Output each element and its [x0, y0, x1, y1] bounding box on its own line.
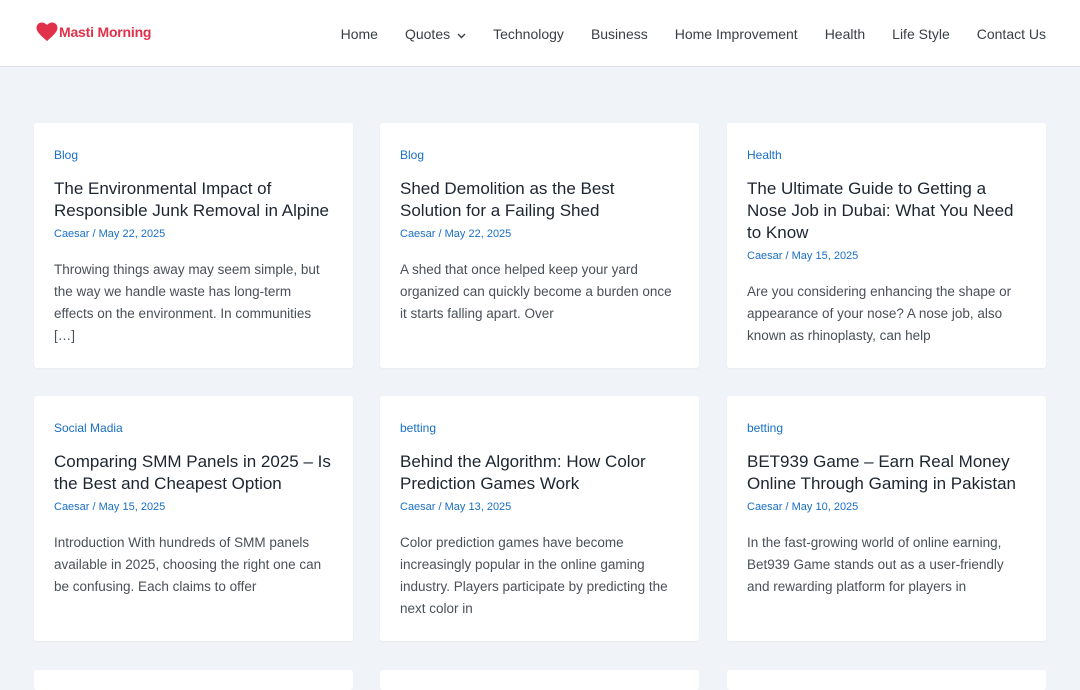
post-title-link[interactable]: Behind the Algorithm: How Color Predicti…	[400, 451, 679, 495]
post-meta: Caesar / May 15, 2025	[747, 250, 859, 262]
nav-label: Contact Us	[976, 25, 1046, 42]
site-name: Masti Morning	[59, 24, 152, 40]
post-title-link[interactable]: The Ultimate Guide to Getting a Nose Job…	[747, 178, 1026, 244]
nav-label: Technology	[493, 25, 564, 42]
post-category-link[interactable]: betting	[747, 420, 1026, 436]
post-category-link[interactable]: betting	[400, 420, 679, 436]
main-nav: Home Quotes Technology Business Home Imp…	[314, 0, 1046, 67]
post-meta: Caesar / May 10, 2025	[747, 501, 859, 513]
nav-item-home-improvement[interactable]: Home Improvement	[675, 26, 798, 42]
nav-item-health[interactable]: Health	[825, 26, 865, 42]
post-title-link[interactable]: Shed Demolition as the Best Solution for…	[400, 178, 679, 222]
post-author-link[interactable]: Caesar	[400, 228, 435, 240]
post-card: Blog Shed Demolition as the Best Solutio…	[380, 123, 699, 368]
post-excerpt: Color prediction games have become incre…	[400, 535, 668, 616]
post-card-partial	[727, 670, 1046, 690]
nav-label: Quotes	[404, 25, 451, 42]
post-title-link[interactable]: The Environmental Impact of Responsible …	[54, 178, 333, 222]
post-meta: Caesar / May 13, 2025	[400, 501, 512, 513]
post-author-link[interactable]: Caesar	[747, 250, 782, 262]
site-logo[interactable]: Masti Morning	[36, 22, 151, 42]
post-author-link[interactable]: Caesar	[747, 501, 782, 513]
nav-label: Life Style	[892, 25, 950, 42]
nav-item-technology[interactable]: Technology	[493, 26, 564, 42]
post-excerpt: In the fast-growing world of online earn…	[747, 535, 1004, 594]
post-category-link[interactable]: Blog	[400, 147, 679, 163]
post-excerpt: Introduction With hundreds of SMM panels…	[54, 535, 322, 594]
post-date: May 22, 2025	[444, 228, 512, 240]
post-author-link[interactable]: Caesar	[400, 501, 435, 513]
post-date: May 13, 2025	[444, 501, 512, 513]
post-excerpt: Throwing things away may seem simple, bu…	[54, 262, 320, 343]
heart-icon	[36, 22, 58, 42]
post-meta: Caesar / May 22, 2025	[54, 228, 166, 240]
nav-item-life-style[interactable]: Life Style	[892, 26, 950, 42]
post-date: May 10, 2025	[791, 501, 859, 513]
post-title-link[interactable]: Comparing SMM Panels in 2025 – Is the Be…	[54, 451, 333, 495]
nav-label: Home	[340, 25, 378, 42]
chevron-down-icon	[457, 26, 466, 42]
site-header: Masti Morning Home Quotes Technology Bus…	[0, 0, 1080, 67]
nav-label: Business	[590, 25, 648, 42]
post-title-link[interactable]: BET939 Game – Earn Real Money Online Thr…	[747, 451, 1026, 495]
nav-label: Health	[824, 25, 866, 42]
nav-item-home[interactable]: Home	[341, 26, 378, 42]
post-date: May 15, 2025	[98, 501, 166, 513]
post-meta: Caesar / May 15, 2025	[54, 501, 166, 513]
post-category-link[interactable]: Social Madia	[54, 420, 333, 436]
post-card: Health The Ultimate Guide to Getting a N…	[727, 123, 1046, 368]
nav-item-quotes[interactable]: Quotes	[405, 26, 466, 42]
post-date: May 22, 2025	[98, 228, 166, 240]
post-excerpt: Are you considering enhancing the shape …	[747, 284, 1012, 343]
post-meta: Caesar / May 22, 2025	[400, 228, 512, 240]
post-excerpt: A shed that once helped keep your yard o…	[400, 262, 672, 321]
post-card: betting Behind the Algorithm: How Color …	[380, 396, 699, 641]
post-category-link[interactable]: Health	[747, 147, 1026, 163]
post-author-link[interactable]: Caesar	[54, 228, 89, 240]
nav-item-business[interactable]: Business	[591, 26, 648, 42]
nav-item-contact-us[interactable]: Contact Us	[977, 26, 1046, 42]
post-card-partial	[34, 670, 353, 690]
post-card-partial	[380, 670, 699, 690]
post-card: Social Madia Comparing SMM Panels in 202…	[34, 396, 353, 641]
post-author-link[interactable]: Caesar	[54, 501, 89, 513]
post-date: May 15, 2025	[791, 250, 859, 262]
post-card: betting BET939 Game – Earn Real Money On…	[727, 396, 1046, 641]
post-category-link[interactable]: Blog	[54, 147, 333, 163]
nav-label: Home Improvement	[674, 25, 798, 42]
post-card: Blog The Environmental Impact of Respons…	[34, 123, 353, 368]
